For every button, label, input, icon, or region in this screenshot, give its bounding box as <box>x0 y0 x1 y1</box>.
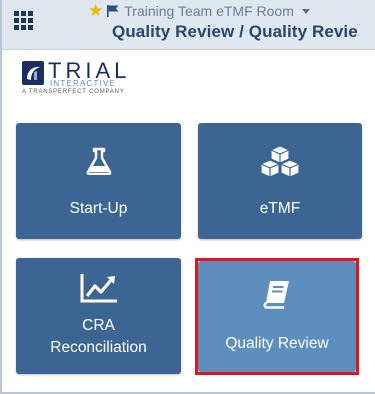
page-title: Quality Review / Quality Revie <box>112 22 358 41</box>
tile-quality-review[interactable]: Quality Review <box>198 261 356 372</box>
tile-cra-label-line1: CRA <box>82 317 115 334</box>
logo-subtitle: INTERACTIVE <box>50 79 117 88</box>
logo-company: A TRANSPERFECT COMPANY <box>22 89 125 95</box>
tile-start-up[interactable]: Start-Up <box>16 123 181 239</box>
tile-etmf-label: eTMF <box>259 200 301 217</box>
logo-mark-icon <box>22 61 44 85</box>
flag-icon <box>107 5 119 17</box>
tile-etmf[interactable]: eTMF <box>198 123 362 239</box>
tile-quality-review-label: Quality Review <box>225 335 329 352</box>
tile-cra-label-line2: Reconciliation <box>50 339 147 356</box>
app-frame: ★ Training Team eTMF Room Quality Review… <box>0 0 375 394</box>
header-bar: ★ Training Team eTMF Room Quality Review… <box>2 0 375 50</box>
book-icon <box>263 281 289 309</box>
star-icon[interactable]: ★ <box>88 2 103 19</box>
chevron-down-icon[interactable] <box>301 8 310 14</box>
room-name: Training Team eTMF Room <box>124 3 294 19</box>
tile-cra-reconciliation[interactable]: CRA Reconciliation <box>16 258 181 374</box>
room-selector[interactable]: ★ Training Team eTMF Room <box>88 2 310 20</box>
line-chart-icon <box>80 274 117 303</box>
trial-interactive-logo: TRIAL INTERACTIVE A TRANSPERFECT COMPANY <box>20 58 178 98</box>
tile-start-up-label: Start-Up <box>69 200 128 217</box>
cubes-icon <box>260 145 300 178</box>
flask-icon <box>86 147 111 175</box>
apps-grid-icon[interactable] <box>12 9 34 31</box>
